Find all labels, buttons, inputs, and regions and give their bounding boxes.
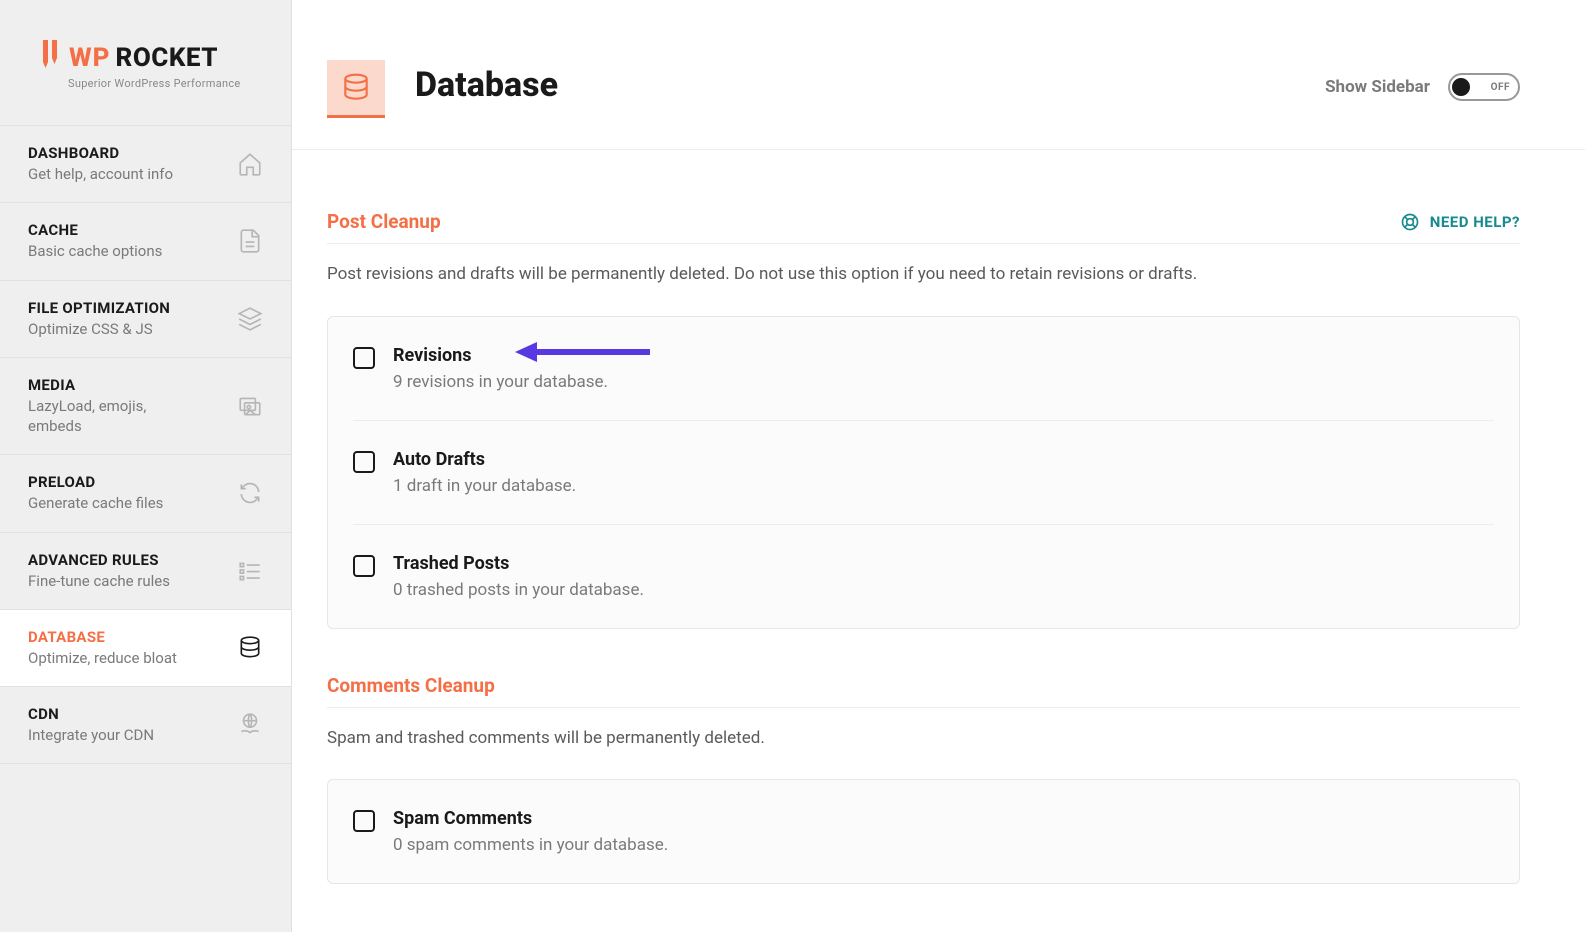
document-icon xyxy=(237,228,263,254)
refresh-icon xyxy=(237,480,263,506)
nav-item-preload[interactable]: PRELOAD Generate cache files xyxy=(0,454,291,531)
nav-title: CDN xyxy=(28,705,154,723)
section-desc: Post revisions and drafts will be perman… xyxy=(327,262,1520,288)
checkbox-spam-comments[interactable] xyxy=(353,810,375,832)
sidebar-nav: DASHBOARD Get help, account info CACHE B… xyxy=(0,125,291,764)
globe-icon xyxy=(237,712,263,738)
nav-title: DASHBOARD xyxy=(28,144,173,162)
nav-desc: Optimize CSS & JS xyxy=(28,319,170,339)
nav-title: CACHE xyxy=(28,221,162,239)
header-icon-box xyxy=(327,60,385,118)
option-card: Revisions 9 revisions in your database. … xyxy=(327,316,1520,629)
nav-title: FILE OPTIMIZATION xyxy=(28,299,170,317)
checkbox-auto-drafts[interactable] xyxy=(353,451,375,473)
nav-desc: Integrate your CDN xyxy=(28,725,154,745)
logo-block: WP ROCKET Superior WordPress Performance xyxy=(0,0,291,125)
page-header: Database Show Sidebar OFF xyxy=(292,0,1585,150)
option-desc: 0 spam comments in your database. xyxy=(393,835,668,855)
sidebar: WP ROCKET Superior WordPress Performance… xyxy=(0,0,292,932)
option-row-auto-drafts: Auto Drafts 1 draft in your database. xyxy=(353,421,1494,525)
nav-item-cache[interactable]: CACHE Basic cache options xyxy=(0,202,291,279)
checkbox-revisions[interactable] xyxy=(353,347,375,369)
section-comments-cleanup: Comments Cleanup Spam and trashed comment… xyxy=(327,674,1520,885)
checkbox-trashed-posts[interactable] xyxy=(353,555,375,577)
nav-item-dashboard[interactable]: DASHBOARD Get help, account info xyxy=(0,125,291,202)
option-title: Revisions xyxy=(393,345,608,366)
nav-item-media[interactable]: MEDIA LazyLoad, emojis, embeds xyxy=(0,357,291,455)
section-title: Comments Cleanup xyxy=(327,674,495,697)
nav-desc: LazyLoad, emojis, embeds xyxy=(28,396,198,437)
logo-subtitle: Superior WordPress Performance xyxy=(68,77,261,90)
nav-title: PRELOAD xyxy=(28,473,163,491)
option-row-spam-comments: Spam Comments 0 spam comments in your da… xyxy=(353,780,1494,883)
nav-item-file-optimization[interactable]: FILE OPTIMIZATION Optimize CSS & JS xyxy=(0,280,291,357)
option-row-trashed-posts: Trashed Posts 0 trashed posts in your da… xyxy=(353,525,1494,628)
main-content: Database Show Sidebar OFF Post Cleanup N… xyxy=(292,0,1585,932)
need-help-link[interactable]: NEED HELP? xyxy=(1400,212,1520,232)
option-row-revisions: Revisions 9 revisions in your database. xyxy=(353,317,1494,421)
show-sidebar-label: Show Sidebar xyxy=(1325,77,1430,97)
logo-icon xyxy=(40,40,62,75)
need-help-label: NEED HELP? xyxy=(1430,213,1520,231)
nav-title: ADVANCED RULES xyxy=(28,551,170,569)
nav-title: DATABASE xyxy=(28,628,177,646)
nav-item-cdn[interactable]: CDN Integrate your CDN xyxy=(0,686,291,764)
home-icon xyxy=(237,151,263,177)
toggle-knob xyxy=(1452,78,1470,96)
section-title: Post Cleanup xyxy=(327,210,441,233)
image-icon xyxy=(237,393,263,419)
list-icon xyxy=(237,558,263,584)
option-title: Auto Drafts xyxy=(393,449,576,470)
section-header-row: Comments Cleanup xyxy=(327,674,1520,708)
page-title: Database xyxy=(415,65,558,105)
option-desc: 0 trashed posts in your database. xyxy=(393,580,644,600)
database-icon xyxy=(237,635,263,661)
section-desc: Spam and trashed comments will be perman… xyxy=(327,726,1520,752)
layers-icon xyxy=(237,306,263,332)
content-area: Post Cleanup NEED HELP? Post revisions a… xyxy=(292,150,1585,932)
option-title: Spam Comments xyxy=(393,808,668,829)
show-sidebar-toggle[interactable]: OFF xyxy=(1448,73,1520,101)
logo-rocket: ROCKET xyxy=(116,43,218,73)
logo-wp: WP xyxy=(69,43,111,73)
option-desc: 9 revisions in your database. xyxy=(393,372,608,392)
section-post-cleanup: Post Cleanup NEED HELP? Post revisions a… xyxy=(327,210,1520,629)
toggle-state: OFF xyxy=(1491,82,1510,93)
nav-desc: Fine-tune cache rules xyxy=(28,571,170,591)
nav-item-database[interactable]: DATABASE Optimize, reduce bloat xyxy=(0,609,291,686)
nav-desc: Generate cache files xyxy=(28,493,163,513)
option-desc: 1 draft in your database. xyxy=(393,476,576,496)
nav-desc: Get help, account info xyxy=(28,164,173,184)
nav-title: MEDIA xyxy=(28,376,198,394)
option-title: Trashed Posts xyxy=(393,553,644,574)
nav-desc: Basic cache options xyxy=(28,241,162,261)
section-header-row: Post Cleanup NEED HELP? xyxy=(327,210,1520,244)
nav-desc: Optimize, reduce bloat xyxy=(28,648,177,668)
help-icon xyxy=(1400,212,1420,232)
option-card: Spam Comments 0 spam comments in your da… xyxy=(327,779,1520,884)
database-icon xyxy=(340,72,372,104)
nav-item-advanced-rules[interactable]: ADVANCED RULES Fine-tune cache rules xyxy=(0,532,291,609)
